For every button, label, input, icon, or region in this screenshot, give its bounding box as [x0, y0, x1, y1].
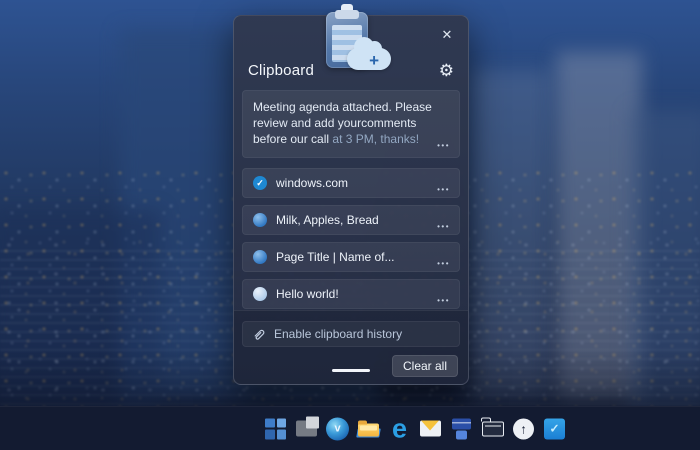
folder-outline-icon[interactable]: [480, 416, 505, 441]
clipboard-item-row[interactable]: Milk, Apples, Bread •••: [242, 205, 460, 235]
clipboard-item-row[interactable]: Hello world! •••: [242, 279, 460, 309]
clipboard-item-label: Hello world!: [276, 287, 339, 301]
drag-handle[interactable]: [332, 369, 370, 372]
gear-icon[interactable]: ⚙: [439, 61, 454, 80]
taskbar-icons: v e ↑ ✓: [263, 415, 567, 442]
clipboard-panel: + ✕ Clipboard ⚙ Meeting agenda attached.…: [233, 4, 469, 385]
blue-app-icon[interactable]: [449, 416, 474, 441]
panel-header: Clipboard ⚙: [234, 16, 468, 80]
page-title: Clipboard: [248, 62, 315, 79]
cortana-icon[interactable]: v: [325, 416, 350, 441]
more-options-icon[interactable]: •••: [437, 296, 450, 305]
desktop: + ✕ Clipboard ⚙ Meeting agenda attached.…: [0, 0, 700, 450]
light-dot-icon: [253, 287, 267, 301]
check-circle-icon: ✓: [253, 176, 267, 190]
more-options-icon[interactable]: •••: [437, 222, 450, 231]
paperclip-icon: [254, 329, 265, 340]
sync-icon[interactable]: ↑: [511, 416, 536, 441]
clear-all-button[interactable]: Clear all: [391, 355, 458, 377]
snippet-text-dim: at 3 PM, thanks!: [332, 132, 420, 146]
clipboard-snippet-card[interactable]: Meeting agenda attached. Please review a…: [242, 90, 460, 158]
enable-clipboard-history-label: Enable clipboard history: [274, 327, 403, 341]
close-icon[interactable]: ✕: [437, 25, 457, 45]
start-icon[interactable]: [263, 416, 288, 441]
clipboard-item-row[interactable]: Page Title | Name of... •••: [242, 242, 460, 272]
blue-dot-icon: [253, 250, 267, 264]
more-options-icon[interactable]: •••: [437, 185, 450, 194]
todo-check-icon[interactable]: ✓: [542, 416, 567, 441]
blue-dot-icon: [253, 213, 267, 227]
clipboard-item-label: Milk, Apples, Bread: [276, 213, 379, 227]
clipboard-item-label: Page Title | Name of...: [276, 250, 395, 264]
taskbar: v e ↑ ✓: [0, 406, 700, 450]
explorer-gray-icon[interactable]: [294, 416, 319, 441]
mail-icon[interactable]: [418, 416, 443, 441]
file-explorer-icon[interactable]: [356, 416, 381, 441]
enable-clipboard-history-bar[interactable]: Enable clipboard history: [242, 321, 460, 347]
clipboard-item-row[interactable]: ✓ windows.com •••: [242, 168, 460, 198]
more-options-icon[interactable]: •••: [437, 138, 450, 154]
more-options-icon[interactable]: •••: [437, 259, 450, 268]
edge-icon[interactable]: e: [387, 415, 412, 442]
panel-footer: Enable clipboard history Clear all: [234, 310, 468, 384]
clipboard-item-label: windows.com: [276, 176, 349, 190]
